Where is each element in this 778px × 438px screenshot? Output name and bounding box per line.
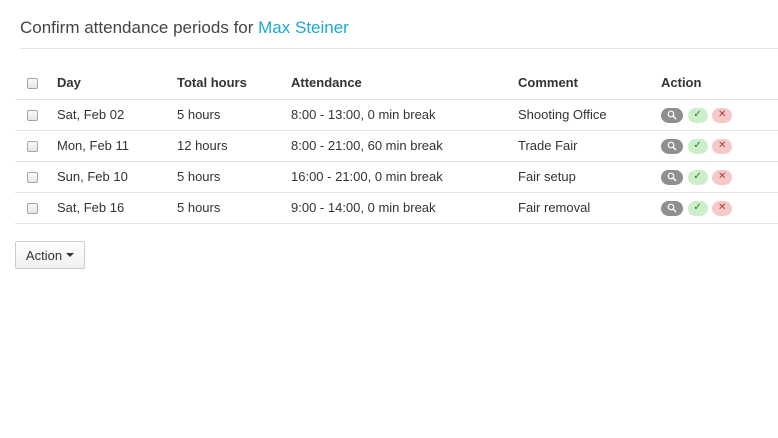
cell-comment: Shooting Office	[510, 99, 653, 131]
select-all-cell	[15, 67, 49, 100]
approve-button[interactable]: ✓	[687, 138, 708, 154]
cell-actions: ✓ ✕	[653, 130, 778, 162]
check-icon: ✓	[693, 109, 702, 121]
cell-day: Sun, Feb 10	[49, 161, 169, 193]
check-icon: ✓	[693, 202, 702, 214]
cell-hours: 5 hours	[169, 161, 283, 193]
cell-day: Sat, Feb 16	[49, 192, 169, 224]
approve-button[interactable]: ✓	[687, 200, 708, 216]
attendance-table: Day Total hours Attendance Comment Actio…	[15, 67, 778, 224]
cell-hours: 12 hours	[169, 130, 283, 162]
table-row: Mon, Feb 11 12 hours 8:00 - 21:00, 60 mi…	[15, 130, 778, 162]
row-select-cell	[15, 130, 49, 162]
column-header-action: Action	[653, 67, 778, 100]
table-row: Sat, Feb 02 5 hours 8:00 - 13:00, 0 min …	[15, 99, 778, 131]
approve-button[interactable]: ✓	[687, 107, 708, 123]
reject-button[interactable]: ✕	[712, 169, 733, 185]
page-title: Confirm attendance periods for Max Stein…	[20, 18, 778, 49]
bulk-action-dropdown-button[interactable]: Action	[15, 241, 85, 269]
close-icon: ✕	[718, 202, 727, 214]
table-row: Sat, Feb 16 5 hours 9:00 - 14:00, 0 min …	[15, 192, 778, 224]
row-checkbox[interactable]	[27, 203, 38, 215]
cell-hours: 5 hours	[169, 192, 283, 224]
table-header-row: Day Total hours Attendance Comment Actio…	[15, 67, 778, 100]
cell-hours: 5 hours	[169, 99, 283, 131]
view-button[interactable]	[661, 169, 683, 185]
search-icon	[667, 172, 677, 182]
person-name-link[interactable]: Max Steiner	[258, 18, 349, 37]
column-header-total-hours[interactable]: Total hours	[169, 67, 283, 100]
view-button[interactable]	[661, 138, 683, 154]
cell-comment: Trade Fair	[510, 130, 653, 162]
cell-attendance: 8:00 - 21:00, 60 min break	[283, 130, 510, 162]
close-icon: ✕	[718, 171, 727, 183]
check-icon: ✓	[693, 140, 702, 152]
select-all-checkbox[interactable]	[27, 78, 38, 90]
cell-comment: Fair setup	[510, 161, 653, 193]
view-button[interactable]	[661, 200, 683, 216]
search-icon	[667, 203, 677, 213]
caret-down-icon	[66, 253, 75, 257]
row-checkbox[interactable]	[27, 110, 38, 122]
cell-actions: ✓ ✕	[653, 99, 778, 131]
search-icon	[667, 110, 677, 120]
row-select-cell	[15, 161, 49, 193]
column-header-comment[interactable]: Comment	[510, 67, 653, 100]
cell-day: Sat, Feb 02	[49, 99, 169, 131]
bulk-action-label: Action	[25, 247, 63, 263]
cell-day: Mon, Feb 11	[49, 130, 169, 162]
cell-actions: ✓ ✕	[653, 192, 778, 224]
row-select-cell	[15, 192, 49, 224]
cell-attendance: 16:00 - 21:00, 0 min break	[283, 161, 510, 193]
column-header-day[interactable]: Day	[49, 67, 169, 100]
reject-button[interactable]: ✕	[712, 107, 733, 123]
cell-attendance: 9:00 - 14:00, 0 min break	[283, 192, 510, 224]
row-checkbox[interactable]	[27, 141, 38, 153]
reject-button[interactable]: ✕	[712, 200, 733, 216]
table-row: Sun, Feb 10 5 hours 16:00 - 21:00, 0 min…	[15, 161, 778, 193]
row-select-cell	[15, 99, 49, 131]
cell-attendance: 8:00 - 13:00, 0 min break	[283, 99, 510, 131]
reject-button[interactable]: ✕	[712, 138, 733, 154]
row-checkbox[interactable]	[27, 172, 38, 184]
close-icon: ✕	[718, 109, 727, 121]
view-button[interactable]	[661, 107, 683, 123]
column-header-attendance[interactable]: Attendance	[283, 67, 510, 100]
check-icon: ✓	[693, 171, 702, 183]
search-icon	[667, 141, 677, 151]
close-icon: ✕	[718, 140, 727, 152]
cell-actions: ✓ ✕	[653, 161, 778, 193]
cell-comment: Fair removal	[510, 192, 653, 224]
title-prefix: Confirm attendance periods for	[20, 18, 254, 37]
approve-button[interactable]: ✓	[687, 169, 708, 185]
